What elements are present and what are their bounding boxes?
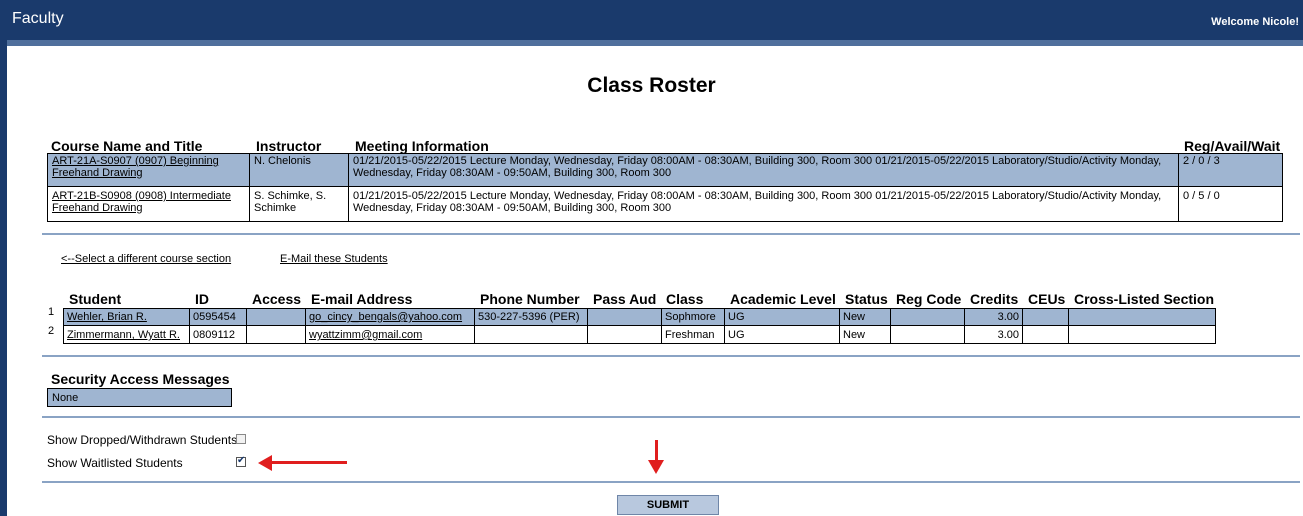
reg-header: Reg/Avail/Wait [1184, 138, 1281, 154]
status-cell: New [843, 329, 866, 341]
top-bar: Faculty Welcome Nicole! [0, 0, 1303, 40]
reg-cell: 2 / 0 / 3 [1183, 155, 1220, 167]
welcome-message: Welcome Nicole! [1211, 16, 1299, 28]
course-link[interactable]: ART-21B-S0908 (0908) Intermediate Freeha… [52, 190, 231, 214]
credits-header: Credits [970, 291, 1019, 307]
meeting-cell: 01/21/2015-05/22/2015 Lecture Monday, We… [353, 190, 1162, 214]
annotation-arrow-left-head [258, 455, 272, 471]
reg-code-cell [891, 326, 964, 344]
student-link[interactable]: Zimmermann, Wyatt R. [67, 329, 180, 341]
email-students-link[interactable]: E-Mail these Students [280, 253, 388, 265]
academic-level-cell: UG [728, 329, 745, 341]
cross-listed-cell [1069, 326, 1215, 344]
credits-cell: 3.00 [997, 311, 1019, 323]
id-header: ID [195, 291, 209, 307]
student-id: 0809112 [193, 329, 236, 341]
cross-listed-cell [1069, 308, 1215, 326]
security-messages-value: None [47, 388, 232, 407]
email-link[interactable]: wyattzimm@gmail.com [309, 329, 422, 341]
student-id: 0595454 [193, 311, 236, 323]
annotation-arrow-left [263, 461, 347, 464]
ceus-cell [1023, 326, 1068, 344]
meeting-cell: 01/21/2015-05/22/2015 Lecture Monday, We… [353, 155, 1162, 179]
row-number: 1 [48, 306, 55, 318]
phone-header: Phone Number [480, 291, 580, 307]
course-header: Course Name and Title [51, 138, 203, 154]
email-link[interactable]: go_cincy_bengals@yahoo.com [309, 311, 462, 323]
pass-aud-header: Pass Aud [593, 291, 657, 307]
cross-listed-header: Cross-Listed Section [1074, 291, 1215, 307]
phone-cell: 530-227-5396 (PER) [478, 311, 580, 323]
instructor-cell: N. Chelonis [254, 155, 311, 167]
waitlisted-students-label: Show Waitlisted Students [47, 456, 183, 470]
annotation-arrow-down-head [648, 460, 664, 474]
reg-cell: 0 / 5 / 0 [1183, 190, 1220, 202]
access-header: Access [252, 291, 302, 307]
pass-aud-cell [588, 326, 661, 344]
submit-button[interactable]: SUBMIT [617, 495, 719, 515]
credits-cell: 3.00 [997, 329, 1019, 341]
instructor-cell: S. Schimke, S. Schimke [254, 190, 327, 214]
waitlisted-students-checkbox[interactable] [236, 455, 246, 467]
student-header: Student [69, 291, 122, 307]
reg-code-cell [891, 308, 964, 326]
class-header: Class [666, 291, 704, 307]
status-header: Status [845, 291, 888, 307]
instructor-header: Instructor [256, 138, 322, 154]
section-divider [42, 481, 1300, 483]
access-cell [247, 326, 305, 344]
dropped-students-checkbox[interactable] [236, 434, 246, 444]
course-link[interactable]: ART-21A-S0907 (0907) Beginning Freehand … [52, 155, 219, 179]
student-link[interactable]: Wehler, Brian R. [67, 311, 147, 323]
status-cell: New [843, 311, 866, 323]
class-cell: Sophmore [665, 311, 716, 323]
left-border [0, 40, 7, 516]
email-header: E-mail Address [311, 291, 413, 307]
app-title: Faculty [12, 10, 64, 27]
select-section-link[interactable]: <--Select a different course section [61, 253, 231, 265]
meeting-header: Meeting Information [355, 138, 489, 154]
row-number: 2 [48, 325, 55, 337]
ceus-cell [1023, 308, 1068, 326]
phone-cell [475, 326, 587, 344]
dropped-students-label: Show Dropped/Withdrawn Students [47, 433, 238, 447]
class-cell: Freshman [665, 329, 715, 341]
top-bar-accent [0, 40, 1303, 46]
security-messages-title: Security Access Messages [51, 371, 230, 387]
reg-code-header: Reg Code [896, 291, 962, 307]
section-divider [42, 416, 1300, 418]
pass-aud-cell [588, 308, 661, 326]
page-title: Class Roster [587, 74, 716, 97]
section-divider [42, 355, 1300, 357]
section-divider [42, 233, 1300, 235]
academic-level-cell: UG [728, 311, 745, 323]
access-cell [247, 308, 305, 326]
ceus-header: CEUs [1028, 291, 1066, 307]
academic-level-header: Academic Level [730, 291, 836, 307]
